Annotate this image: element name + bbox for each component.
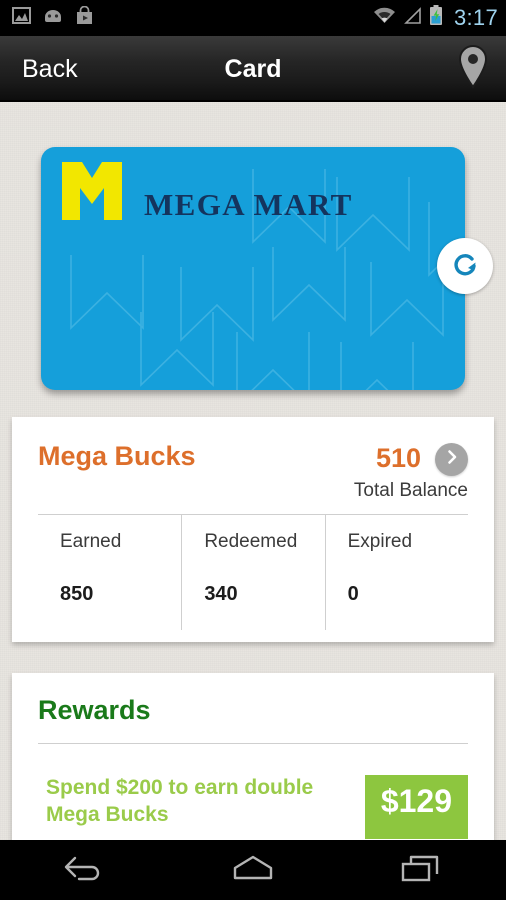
play-store-icon (75, 5, 94, 30)
stat-value: 850 (60, 583, 94, 605)
cell-signal-icon (403, 6, 422, 30)
wifi-icon (373, 7, 396, 30)
battery-charging-icon (429, 5, 443, 31)
action-bar: Back Card (0, 36, 506, 102)
status-bar: 3:17 (0, 0, 506, 36)
home-nav-button[interactable] (208, 840, 298, 900)
loyalty-card[interactable]: MEGA MART CHARLES SMITH 52461234432112 M… (41, 147, 465, 390)
brand-name: MEGA MART (144, 186, 353, 222)
rewards-divider (38, 743, 468, 744)
phone-screen: 3:17 Back Card MEGA MART Mega Bucks 510 … (0, 0, 506, 900)
back-button[interactable]: Back (22, 36, 78, 102)
stat-column-expired: Expired 0 (324, 515, 468, 630)
balance-detail-button[interactable] (435, 443, 468, 476)
map-pin-icon (454, 43, 492, 96)
location-button[interactable] (454, 36, 492, 102)
status-bar-left-icons (12, 5, 94, 30)
stat-column-earned: Earned 850 (38, 515, 181, 630)
mega-bucks-stats-table: Earned 850 Redeemed 340 Expired 0 (38, 515, 468, 630)
back-nav-icon (62, 853, 106, 888)
reward-description: Spend $200 to earn double Mega Bucks (46, 776, 314, 826)
mega-bucks-panel: Mega Bucks 510 Total Balance Earned 850 … (12, 417, 494, 642)
status-bar-right-icons: 3:17 (373, 5, 498, 31)
stat-value: 340 (204, 583, 238, 605)
stat-column-redeemed: Redeemed 340 (181, 515, 324, 630)
mega-mart-logo-icon (60, 160, 124, 227)
home-nav-icon (229, 852, 277, 889)
stat-label: Redeemed (204, 531, 298, 552)
card-brand-lockup: MEGA MART (60, 160, 353, 227)
stat-value: 0 (347, 583, 359, 605)
back-button-label: Back (22, 54, 78, 83)
android-icon (42, 8, 64, 29)
back-nav-button[interactable] (39, 840, 129, 900)
flip-card-button[interactable] (437, 238, 493, 294)
total-balance-label: Total Balance (353, 480, 468, 501)
rewards-panel: Rewards Spend $200 to earn double Mega B… (12, 673, 494, 858)
status-bar-clock: 3:17 (453, 5, 498, 30)
reward-list-item[interactable]: Spend $200 to earn double Mega Bucks $12… (38, 775, 468, 839)
flip-refresh-icon (450, 249, 480, 284)
page-title-label: Card (224, 54, 282, 83)
system-navigation-bar (0, 840, 506, 900)
recents-nav-button[interactable] (377, 840, 467, 900)
stat-label: Expired (347, 531, 413, 552)
image-icon (12, 7, 31, 29)
stat-label: Earned (60, 531, 122, 552)
mega-bucks-balance: 510 (375, 443, 421, 473)
chevron-right-icon (444, 449, 460, 470)
recents-nav-icon (399, 852, 445, 889)
mega-bucks-title: Mega Bucks (38, 441, 196, 471)
reward-badge: $129 (364, 775, 468, 839)
rewards-title: Rewards (38, 695, 151, 725)
